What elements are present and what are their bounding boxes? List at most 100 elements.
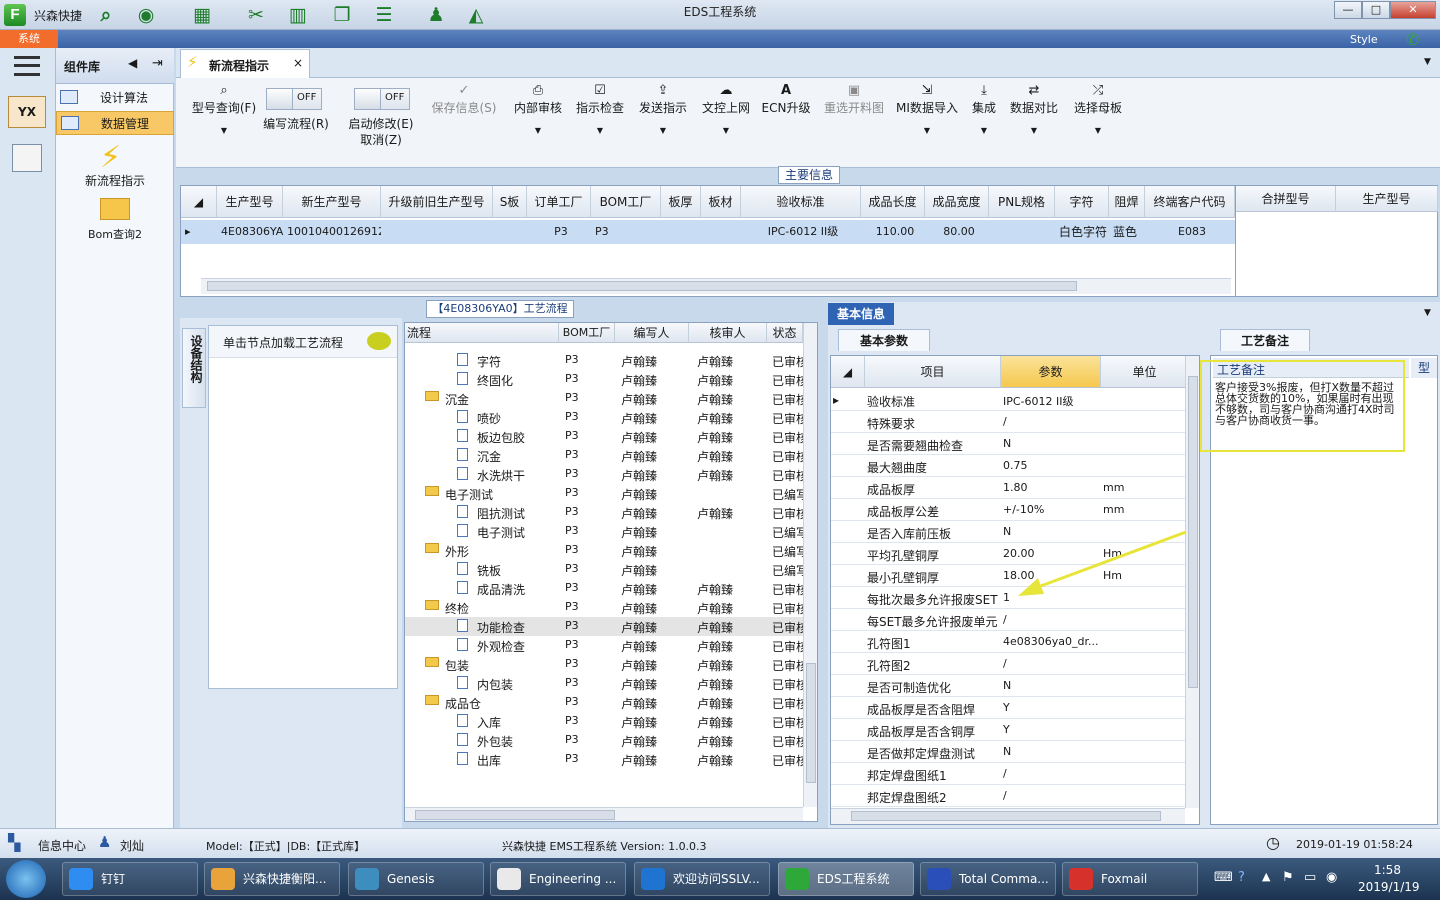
table-cell[interactable]: 10010400126912 — [283, 220, 381, 244]
tab-process-notes[interactable]: 工艺备注 — [1220, 329, 1310, 351]
column-header[interactable]: 成品长度 — [861, 186, 925, 218]
taskbar-item[interactable]: 钉钉 — [62, 862, 198, 896]
start-modify-button[interactable]: OFF 启动修改(E) 取消(Z) — [344, 82, 418, 148]
table-cell[interactable]: E083 — [1145, 220, 1235, 244]
column-header[interactable]: PNL规格 — [989, 186, 1055, 218]
taskbar-item[interactable]: Total Comma... — [920, 862, 1056, 896]
param-row[interactable]: 成品板厚是否含阻焊 Y — [831, 697, 1191, 719]
param-value[interactable]: / — [1003, 415, 1099, 428]
param-value[interactable]: / — [1003, 789, 1099, 802]
column-header[interactable]: 验收标准 — [741, 186, 861, 218]
column-header[interactable]: 项目 — [865, 356, 1001, 388]
table-cell[interactable]: 110.00 — [861, 220, 925, 244]
column-header[interactable]: 核审人 — [689, 323, 767, 343]
table-cell[interactable]: 80.00 — [925, 220, 989, 244]
column-header[interactable]: 状态 — [767, 323, 803, 343]
volume-icon[interactable]: ◉ — [1326, 870, 1337, 885]
internal-review-button[interactable]: ⎙ 内部审核 ▼ — [510, 82, 566, 135]
side-tab-equipment[interactable]: 设备结构 — [182, 328, 206, 408]
param-value[interactable]: / — [1003, 767, 1099, 780]
tree-row[interactable]: 终固化 P3 卢翰臻 卢翰臻 已审核 — [405, 370, 808, 389]
param-value[interactable]: / — [1003, 657, 1099, 670]
lightning-icon[interactable]: ⚡ — [100, 140, 121, 175]
tree-row[interactable]: 出库 P3 卢翰臻 卢翰臻 已审核 — [405, 750, 808, 769]
doc-control-upload-button[interactable]: ☁ 文控上网 ▼ — [698, 82, 754, 135]
column-header[interactable]: 订单工厂 — [527, 186, 591, 218]
close-button[interactable]: ✕ — [1390, 1, 1436, 19]
help-icon[interactable]: ? — [1238, 870, 1245, 885]
mi-import-button[interactable]: ⇲ MI数据导入 ▼ — [894, 82, 960, 135]
taskbar-item[interactable]: 兴森快捷衡阳... — [204, 862, 340, 896]
tree-row[interactable]: 成品清洗 P3 卢翰臻 卢翰臻 已审核 — [405, 579, 808, 598]
column-header[interactable]: 成品宽度 — [925, 186, 989, 218]
tree-row[interactable]: 字符 P3 卢翰臻 卢翰臻 已审核 — [405, 351, 808, 370]
tab-close-icon[interactable]: × — [293, 56, 303, 70]
tree-row[interactable]: 喷砂 P3 卢翰臻 卢翰臻 已审核 — [405, 408, 808, 427]
column-header[interactable]: 生产型号 — [217, 186, 283, 218]
start-button[interactable] — [6, 860, 46, 898]
table-cell[interactable]: 4E08306YA0 — [217, 220, 283, 244]
start-modify-toggle[interactable]: OFF — [354, 88, 410, 110]
tree-row[interactable]: 外包装 P3 卢翰臻 卢翰臻 已审核 — [405, 731, 808, 750]
column-header[interactable]: 生产型号 — [1336, 186, 1438, 212]
taskbar-item[interactable]: EDS工程系统 — [778, 862, 914, 896]
param-row[interactable]: ▸ 验收标准 IPC-6012 II级 — [831, 389, 1191, 411]
horizontal-scrollbar[interactable] — [405, 807, 803, 821]
tray-expand-icon[interactable]: ▲ — [1262, 870, 1270, 883]
instruction-check-button[interactable]: ☑ 指示检查 ▼ — [572, 82, 628, 135]
param-value[interactable]: / — [1003, 613, 1099, 626]
keyboard-icon[interactable]: ⌨ — [1214, 870, 1233, 885]
column-header[interactable]: 阻焊 — [1109, 186, 1145, 218]
tree-row[interactable]: 水洗烘干 P3 卢翰臻 卢翰臻 已审核 — [405, 465, 808, 484]
column-header[interactable]: 升级前旧生产型号 — [381, 186, 493, 218]
tree-row[interactable]: 外观检查 P3 卢翰臻 卢翰臻 已审核 — [405, 636, 808, 655]
tree-row[interactable]: 入库 P3 卢翰臻 卢翰臻 已审核 — [405, 712, 808, 731]
node-hint-bar[interactable]: 单击节点加载工艺流程 — [209, 326, 397, 358]
table-cell[interactable]: P3 — [527, 220, 591, 244]
tab-basic-params[interactable]: 基本参数 — [838, 329, 930, 351]
param-value[interactable]: 0.75 — [1003, 459, 1099, 472]
column-header[interactable]: 板材 — [701, 186, 741, 218]
folder-open-icon[interactable] — [100, 198, 130, 220]
calendar-icon[interactable] — [12, 144, 42, 172]
tree-row[interactable]: 内包装 P3 卢翰臻 卢翰臻 已审核 — [405, 674, 808, 693]
network-icon[interactable]: ▭ — [1304, 870, 1316, 885]
column-header[interactable]: 字符 — [1055, 186, 1109, 218]
column-header[interactable]: 合拼型号 — [1236, 186, 1336, 212]
send-instruction-button[interactable]: ⇪ 发送指示 ▼ — [634, 82, 692, 135]
tree-row[interactable]: 板边包胶 P3 卢翰臻 卢翰臻 已审核 — [405, 427, 808, 446]
param-row[interactable]: 邦定焊盘图纸2 / — [831, 785, 1191, 807]
param-row[interactable]: 是否做邦定焊盘测试 N — [831, 741, 1191, 763]
param-row[interactable]: 孔符图2 / — [831, 653, 1191, 675]
select-motherboard-button[interactable]: ⤮ 选择母板 ▼ — [1070, 82, 1126, 135]
tree-row[interactable]: 外形 P3 卢翰臻 已编写 — [405, 541, 808, 560]
new-flow-link[interactable]: 新流程指示 — [56, 172, 174, 189]
model-query-button[interactable]: ⌕ 型号查询(F) ▼ — [182, 82, 266, 135]
horizontal-scrollbar[interactable] — [201, 278, 1231, 294]
data-compare-button[interactable]: ⇄ 数据对比 ▼ — [1006, 82, 1062, 135]
collapse-left-icon[interactable]: ◀ — [128, 56, 137, 70]
column-header[interactable]: 单位 — [1101, 356, 1189, 388]
tab-system[interactable]: 系统 — [0, 30, 58, 48]
param-row[interactable]: 成品板厚是否含铜厚 Y — [831, 719, 1191, 741]
tree-row[interactable]: 成品仓 P3 卢翰臻 卢翰臻 已审核 — [405, 693, 808, 712]
tree-row[interactable]: 终检 P3 卢翰臻 卢翰臻 已审核 — [405, 598, 808, 617]
param-value[interactable]: 1.80 — [1003, 481, 1099, 494]
table-cell[interactable]: 蓝色 — [1109, 220, 1145, 244]
column-header[interactable]: 终端客户代码 — [1145, 186, 1235, 218]
tab-new-flow[interactable]: ⚡ 新流程指示 × — [180, 49, 310, 78]
write-flow-toggle[interactable]: OFF — [266, 88, 322, 110]
tree-row[interactable]: 阻抗测试 P3 卢翰臻 卢翰臻 已审核 — [405, 503, 808, 522]
column-header[interactable]: 参数 — [1001, 356, 1101, 388]
column-header[interactable]: S板 — [493, 186, 527, 218]
save-info-button[interactable]: ✓ 保存信息(S) — [428, 82, 500, 116]
param-value[interactable]: N — [1003, 679, 1099, 692]
tree-row[interactable]: 电子测试 P3 卢翰臻 已编写 — [405, 484, 808, 503]
tree-row[interactable]: 包装 P3 卢翰臻 卢翰臻 已审核 — [405, 655, 808, 674]
column-header[interactable]: 新生产型号 — [283, 186, 381, 218]
param-row[interactable]: 成品板厚 1.80 mm — [831, 477, 1191, 499]
param-value[interactable]: IPC-6012 II级 — [1003, 393, 1099, 409]
tab-list-dropdown-icon[interactable]: ▼ — [1424, 57, 1431, 67]
param-value[interactable]: Y — [1003, 701, 1099, 714]
menu-icon[interactable] — [14, 56, 40, 76]
